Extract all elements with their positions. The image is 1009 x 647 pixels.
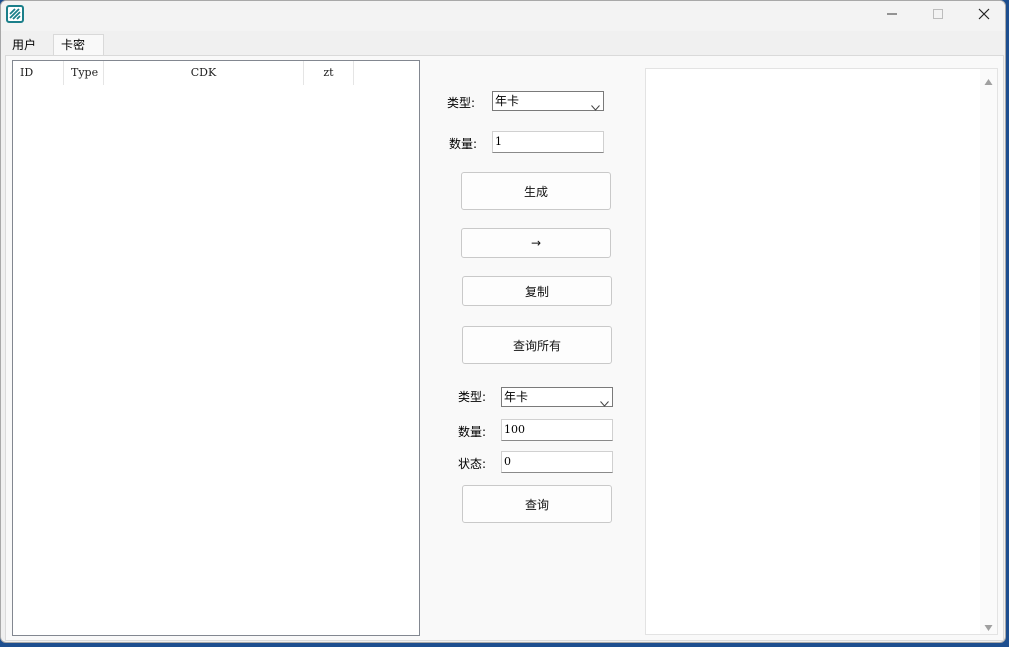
- gen-type-label: 类型:: [447, 96, 476, 110]
- arrow-button[interactable]: →: [461, 228, 611, 258]
- generate-button[interactable]: 生成: [461, 172, 611, 210]
- query-status-input[interactable]: 0: [501, 451, 613, 473]
- query-status-label: 状态:: [458, 457, 487, 471]
- chevron-down-icon: [600, 394, 609, 407]
- tab-user[interactable]: 用户: [5, 36, 52, 56]
- tab-card-key[interactable]: 卡密: [53, 34, 104, 57]
- close-button[interactable]: [961, 1, 1005, 29]
- app-logo-icon: [6, 5, 24, 23]
- vertical-scrollbar[interactable]: [980, 69, 997, 634]
- tab-strip: 用户 卡密: [5, 34, 205, 57]
- minimize-icon: [886, 8, 898, 23]
- query-type-label: 类型:: [458, 390, 487, 404]
- column-header-zt[interactable]: zt: [304, 61, 354, 85]
- gen-count-input[interactable]: 1: [492, 131, 604, 153]
- title-bar[interactable]: [1, 1, 1005, 31]
- gen-count-label: 数量:: [449, 137, 478, 151]
- query-all-button[interactable]: 查询所有: [462, 326, 612, 364]
- column-header-cdk[interactable]: CDK: [104, 61, 304, 85]
- copy-button[interactable]: 复制: [462, 276, 612, 306]
- gen-type-select[interactable]: 年卡: [492, 91, 604, 111]
- maximize-button[interactable]: [915, 1, 961, 29]
- query-type-select[interactable]: 年卡: [501, 387, 613, 407]
- minimize-button[interactable]: [869, 1, 915, 29]
- maximize-icon: [932, 8, 944, 23]
- query-type-value: 年卡: [504, 390, 529, 404]
- cdk-list[interactable]: ID Type CDK zt: [12, 60, 420, 636]
- close-icon: [978, 8, 990, 23]
- column-header-id[interactable]: ID: [13, 61, 64, 85]
- column-header-type[interactable]: Type: [64, 61, 104, 85]
- tab-panel-card-key: ID Type CDK zt 类型: 年卡 数量: 1 生成 → 复制 查询所有…: [5, 55, 1004, 641]
- app-window: 用户 卡密 ID Type CDK zt 类型: 年卡 数量: 1 生成 → 复…: [0, 0, 1006, 643]
- chevron-down-icon: [591, 98, 600, 111]
- output-textarea[interactable]: [645, 68, 998, 635]
- scroll-down-arrow-icon[interactable]: [984, 621, 993, 631]
- gen-type-value: 年卡: [495, 94, 520, 108]
- query-count-input[interactable]: 100: [501, 419, 613, 441]
- scroll-up-arrow-icon[interactable]: [984, 75, 993, 85]
- list-header: ID Type CDK zt: [13, 61, 419, 85]
- query-button[interactable]: 查询: [462, 485, 612, 523]
- query-count-label: 数量:: [458, 425, 487, 439]
